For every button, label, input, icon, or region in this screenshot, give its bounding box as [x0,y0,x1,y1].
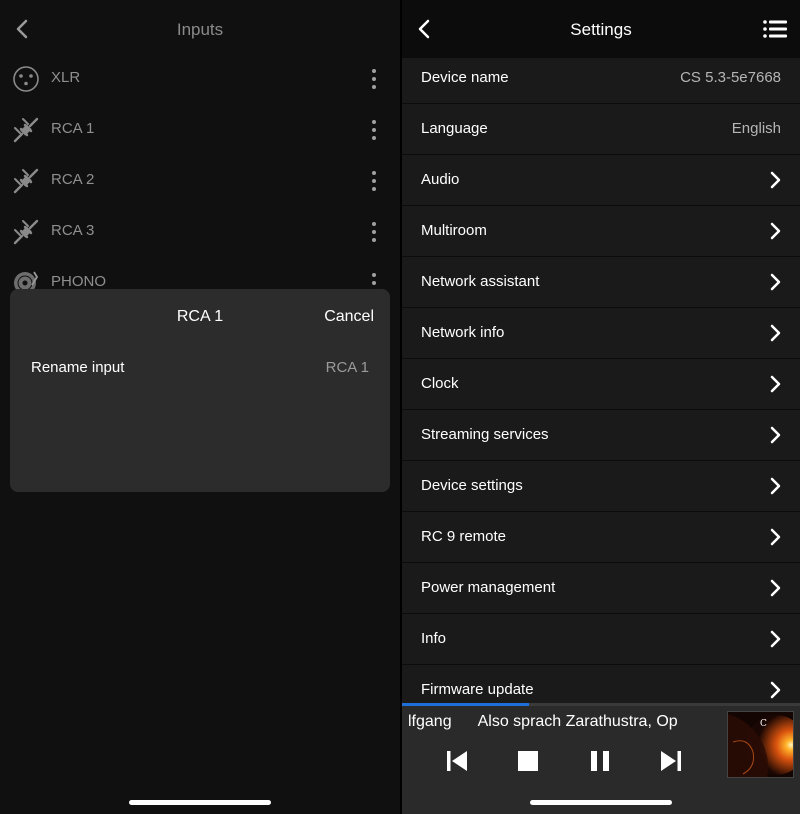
setting-label: Device settings [421,477,523,494]
chevron-right-icon [770,375,781,393]
input-row-xlr[interactable]: XLR [0,53,400,104]
rca-plug-icon [13,168,39,194]
cancel-button[interactable]: Cancel [324,308,374,326]
stop-icon[interactable] [515,748,541,774]
settings-header: Settings [402,0,800,58]
list-menu-icon[interactable] [763,19,787,39]
setting-row-network-assistant[interactable]: Network assistant [402,257,800,308]
pause-icon[interactable] [587,748,613,774]
chevron-right-icon [770,681,781,699]
rca-plug-icon [13,219,39,245]
setting-row-audio[interactable]: Audio [402,155,800,206]
setting-label: Language [421,120,488,137]
setting-row-device-name[interactable]: Device name CS 5.3-5e7668 [402,53,800,104]
input-label: RCA 1 [51,120,95,137]
rca-plug-icon [13,117,39,143]
previous-track-icon[interactable] [444,748,470,774]
setting-label: Network assistant [421,273,540,290]
setting-row-device-settings[interactable]: Device settings [402,461,800,512]
setting-label: Info [421,630,447,647]
xlr-connector-icon [13,66,39,92]
setting-value: CS 5.3-5e7668 [680,69,781,86]
setting-value: English [731,120,781,137]
page-title: Inputs [176,20,224,39]
setting-row-power-management[interactable]: Power management [402,563,800,614]
home-indicator [129,800,271,805]
input-row-rca-2[interactable]: RCA 2 [0,155,400,206]
input-label: RCA 3 [51,222,95,239]
album-art-image: C [728,712,793,777]
setting-row-network-info[interactable]: Network info [402,308,800,359]
more-options-icon[interactable] [366,220,382,244]
setting-label: Clock [421,375,459,392]
album-art[interactable]: C [727,711,794,778]
chevron-right-icon [770,171,781,189]
current-input-name: RCA 1 [325,359,369,376]
input-label: PHONO [51,273,107,290]
rename-input-sheet: RCA 1 Cancel Rename input RCA 1 [10,289,390,492]
playback-progress[interactable] [402,703,800,706]
chevron-right-icon [770,630,781,648]
setting-row-multiroom[interactable]: Multiroom [402,206,800,257]
more-options-icon[interactable] [366,67,382,91]
chevron-right-icon [770,426,781,444]
chevron-right-icon [770,273,781,291]
chevron-right-icon [770,579,781,597]
chevron-right-icon [770,222,781,240]
setting-row-clock[interactable]: Clock [402,359,800,410]
setting-row-streaming-services[interactable]: Streaming services [402,410,800,461]
page-title: Settings [570,20,632,39]
more-options-icon[interactable] [366,169,382,193]
home-indicator [530,800,672,805]
setting-label: Multiroom [421,222,487,239]
input-row-rca-1[interactable]: RCA 1 [0,104,400,155]
setting-label: Network info [421,324,505,341]
chevron-right-icon [770,528,781,546]
input-label: RCA 2 [51,171,95,188]
setting-label: Firmware update [421,681,534,698]
inputs-pane: Inputs XLR RCA 1 RCA 2 RCA 3 PHONO RCA 1… [0,0,400,814]
input-label: XLR [51,69,81,86]
setting-label: Audio [421,171,460,188]
next-track-icon[interactable] [658,748,684,774]
more-options-icon[interactable] [366,118,382,142]
setting-label: Power management [421,579,556,596]
rename-input-option[interactable]: Rename input [31,359,124,376]
now-playing-bar[interactable]: lfgang Also sprach Zarathustra, Op C [402,703,800,814]
now-playing-text: lfgang Also sprach Zarathustra, Op [402,710,720,736]
setting-label: Device name [421,69,509,86]
setting-row-info[interactable]: Info [402,614,800,665]
chevron-right-icon [770,477,781,495]
playback-progress-fill [402,703,530,706]
artist-name: lfgang [408,713,452,730]
chevron-right-icon [770,324,781,342]
input-row-rca-3[interactable]: RCA 3 [0,206,400,257]
inputs-header: Inputs [0,0,400,58]
settings-list: Device name CS 5.3-5e7668 Language Engli… [402,53,800,716]
settings-pane: Device name CS 5.3-5e7668 Language Engli… [402,0,800,814]
setting-row-rc9-remote[interactable]: RC 9 remote [402,512,800,563]
setting-row-language[interactable]: Language English [402,104,800,155]
setting-label: RC 9 remote [421,528,507,545]
svg-text:C: C [760,719,767,729]
setting-label: Streaming services [421,426,549,443]
track-title: Also sprach Zarathustra, Op [477,713,678,730]
